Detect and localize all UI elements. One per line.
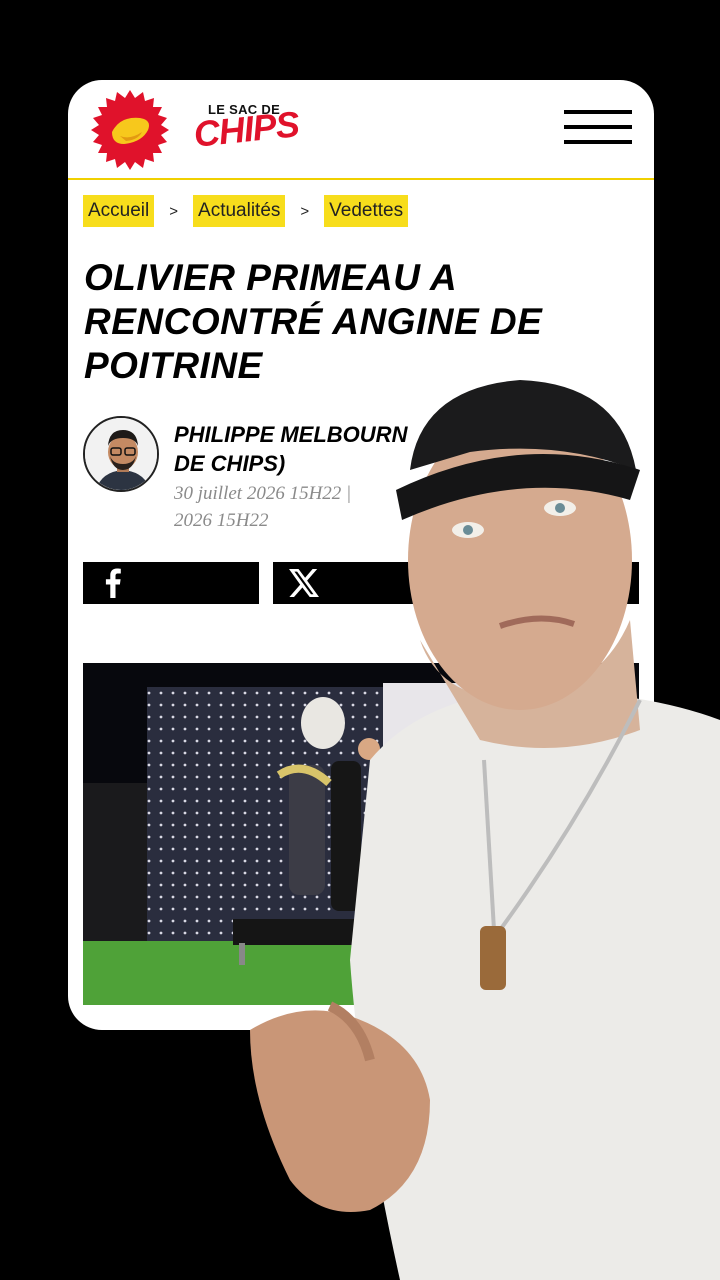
author-affiliation: DE CHIPS)	[174, 451, 286, 476]
publish-date: 30 juillet 2026 15H22 | 2026 15H22	[174, 480, 634, 534]
author-name: PHILIPPE MELBOURN	[174, 422, 408, 447]
article-card: LE SAC DE CHIPS Accueil > Actualités > V…	[68, 80, 654, 1030]
breadcrumb-separator: >	[300, 202, 310, 220]
date-line-1: 30 juillet 2026 15H22 |	[174, 483, 352, 504]
breadcrumb-vedettes[interactable]: Vedettes	[324, 195, 409, 227]
share-facebook-button[interactable]	[83, 562, 259, 604]
breadcrumb-actualites[interactable]: Actualités	[193, 195, 286, 227]
x-icon	[289, 569, 319, 597]
facebook-icon	[105, 568, 121, 598]
breadcrumb-accueil[interactable]: Accueil	[83, 195, 155, 227]
share-x-button[interactable]	[273, 562, 449, 604]
date-line-2: 2026 15H22	[174, 510, 269, 531]
article-photo	[83, 663, 639, 1005]
chips-badge-icon[interactable]	[90, 90, 170, 170]
hamburger-menu-icon[interactable]	[564, 108, 632, 146]
breadcrumb-separator: >	[169, 202, 179, 220]
site-header: LE SAC DE CHIPS	[68, 80, 654, 180]
author-byline[interactable]: PHILIPPE MELBOURN DE CHIPS)	[174, 420, 634, 478]
article-title: OLIVIER PRIMEAU A RENCONTRÉ ANGINE DE PO…	[84, 257, 543, 386]
share-more-button[interactable]	[463, 562, 639, 604]
author-avatar[interactable]	[83, 416, 159, 492]
breadcrumb: Accueil > Actualités > Vedettes	[83, 195, 409, 227]
